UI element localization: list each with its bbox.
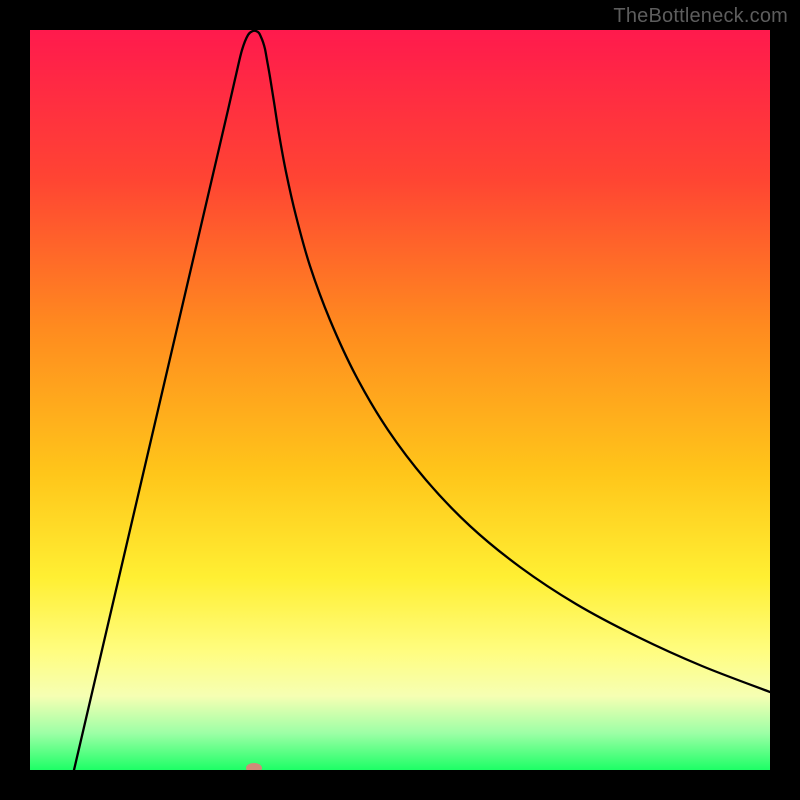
chart-svg [30, 30, 770, 770]
watermark-label: TheBottleneck.com [613, 5, 788, 28]
gradient-background [30, 30, 770, 770]
chart-frame: TheBottleneck.com [0, 0, 800, 800]
plot-area [30, 30, 770, 770]
